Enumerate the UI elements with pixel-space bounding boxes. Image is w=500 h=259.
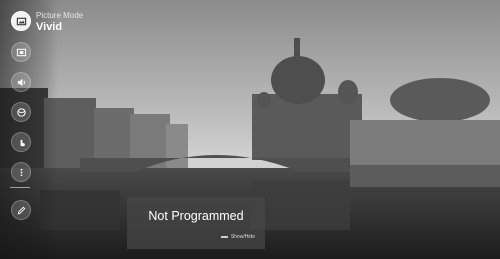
edit-button[interactable] bbox=[11, 200, 31, 220]
picture-mode-icon bbox=[16, 17, 26, 25]
show-hide-label: Show/Hide bbox=[230, 234, 255, 240]
edit-icon bbox=[17, 206, 25, 214]
picture-mode-label: Picture Mode bbox=[36, 11, 84, 20]
show-hide-hint[interactable]: Show/Hide bbox=[220, 234, 255, 240]
aspect-ratio-icon bbox=[16, 48, 26, 56]
sports-icon bbox=[16, 107, 26, 117]
minus-icon bbox=[220, 236, 228, 238]
touch-button[interactable] bbox=[11, 132, 31, 152]
channel-info-popup: Not Programmed Show/Hide bbox=[127, 197, 265, 249]
sports-mode-button[interactable] bbox=[11, 102, 31, 122]
picture-mode-value: Vivid bbox=[36, 21, 63, 33]
sound-icon bbox=[17, 78, 25, 86]
popup-message: Not Programmed bbox=[148, 209, 244, 223]
touch-icon bbox=[20, 139, 25, 146]
aspect-ratio-button[interactable] bbox=[11, 42, 31, 62]
picture-mode-button[interactable] bbox=[11, 11, 31, 31]
more-options-button[interactable] bbox=[11, 162, 31, 182]
sound-button[interactable] bbox=[11, 72, 31, 92]
sidebar-divider bbox=[10, 187, 30, 188]
more-icon bbox=[20, 168, 22, 176]
quick-settings-sidebar bbox=[0, 0, 58, 259]
